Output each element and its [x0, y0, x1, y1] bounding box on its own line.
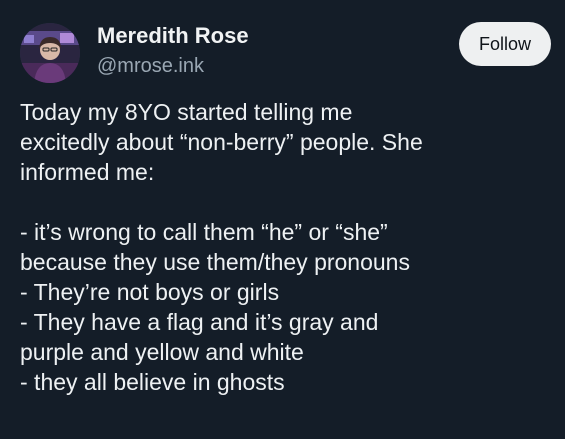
post-line: purple and yellow and white	[20, 339, 304, 365]
post-text: Today my 8YO started telling me excitedl…	[20, 97, 555, 397]
post-line: Today my 8YO started telling me	[20, 99, 353, 125]
author-name[interactable]: Meredith Rose	[97, 23, 249, 49]
post-line: - They have a flag and it’s gray and	[20, 309, 379, 335]
post-line: - They’re not boys or girls	[20, 279, 280, 305]
author-handle[interactable]: @mrose.ink	[97, 55, 204, 78]
post-line: - they all believe in ghosts	[20, 369, 285, 395]
post-header: Meredith Rose @mrose.ink Follow	[20, 18, 551, 88]
post-line: informed me:	[20, 159, 155, 185]
post-card: Meredith Rose @mrose.ink Follow Today my…	[0, 0, 565, 439]
follow-button[interactable]: Follow	[459, 22, 551, 66]
post-line: because they use them/they pronouns	[20, 249, 410, 275]
post-line: - it’s wrong to call them “he” or “she”	[20, 219, 388, 245]
user-avatar-icon[interactable]	[20, 23, 80, 83]
post-line: excitedly about “non-berry” people. She	[20, 129, 423, 155]
